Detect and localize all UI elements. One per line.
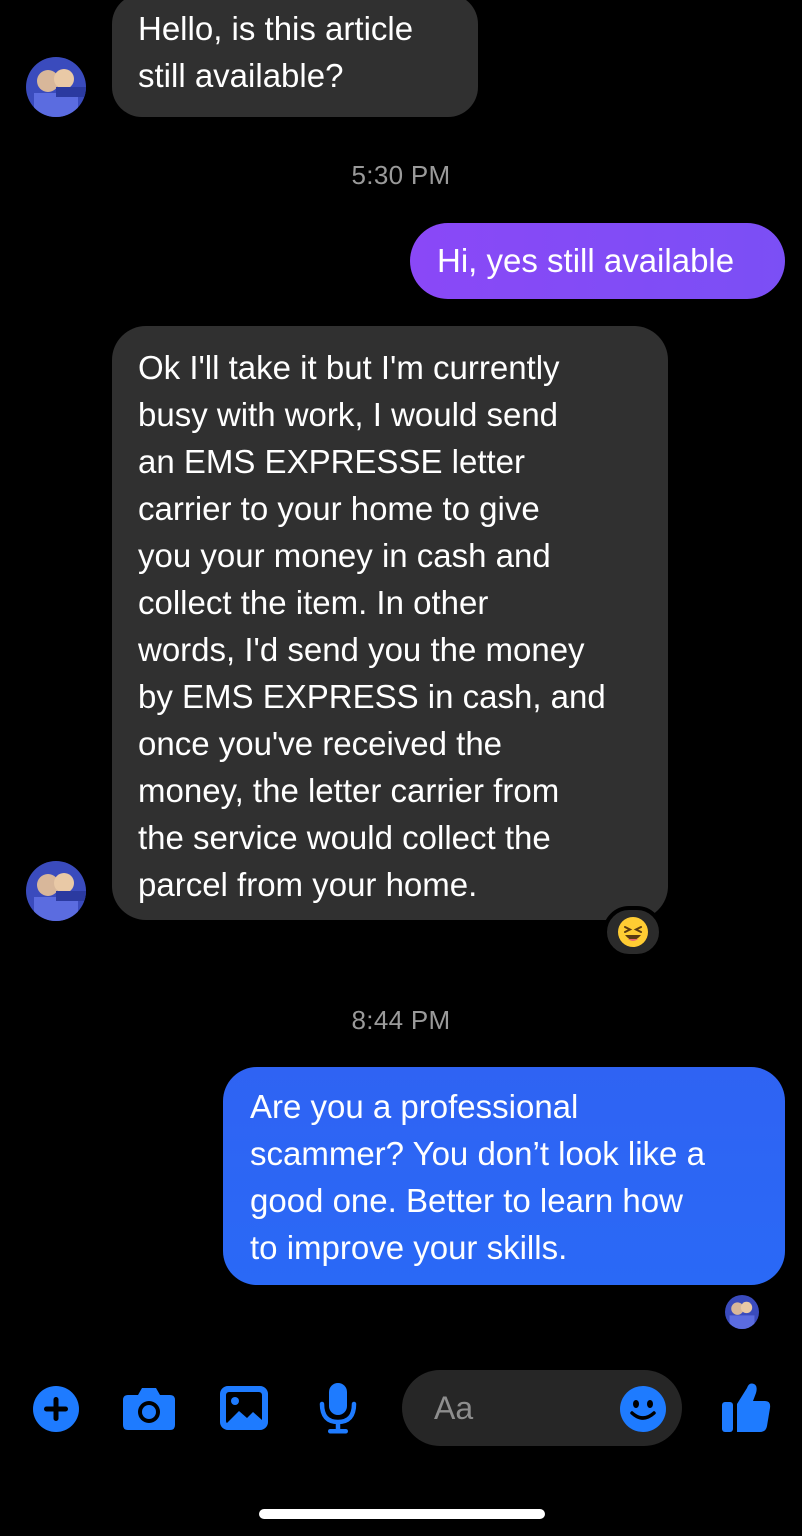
timestamp: 8:44 PM [351,1005,451,1035]
image-icon [220,1386,268,1430]
home-indicator[interactable] [259,1509,545,1519]
emoji-button[interactable] [618,1384,668,1434]
message-bubble-outgoing[interactable]: Are you a professional scammer? You don’… [223,1067,785,1285]
camera-icon [123,1388,175,1430]
like-button[interactable] [719,1379,773,1435]
timestamp: 5:30 PM [351,160,451,190]
sender-avatar[interactable] [26,861,86,921]
message-bubble-outgoing[interactable]: Hi, yes still available [410,223,785,299]
microphone-button[interactable] [316,1381,360,1435]
microphone-icon [319,1383,357,1434]
emoji-icon [620,1386,666,1432]
gallery-button[interactable] [219,1384,269,1432]
message-reaction[interactable] [603,906,663,958]
message-bubble-incoming[interactable]: Hello, is this article still available? [112,0,478,117]
plus-icon [33,1386,79,1432]
plus-button[interactable] [31,1384,81,1434]
thumbs-up-icon [722,1383,771,1432]
message-input[interactable] [434,1370,614,1446]
camera-button[interactable] [121,1383,177,1433]
laughing-emoji-icon [618,917,648,947]
message-composer[interactable] [402,1370,682,1446]
sender-avatar[interactable] [26,57,86,117]
message-bubble-incoming[interactable]: Ok I'll take it but I'm currently busy w… [112,326,668,920]
read-receipt-avatar [725,1295,759,1329]
